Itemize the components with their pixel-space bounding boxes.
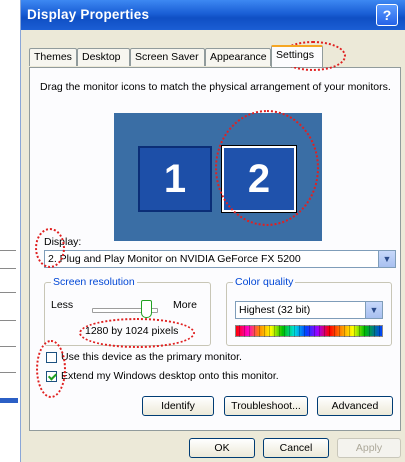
- monitor-1-icon[interactable]: 1: [138, 146, 212, 212]
- less-label: Less: [51, 299, 74, 311]
- display-properties-window: Display Properties ? Themes Desktop Scre…: [20, 0, 405, 462]
- tab-screen-saver[interactable]: Screen Saver: [130, 48, 205, 66]
- color-quality-group: Color quality Highest (32 bit) ▼: [226, 276, 392, 346]
- chevron-down-icon[interactable]: ▼: [378, 251, 395, 267]
- display-select-value: 2. Plug and Play Monitor on NVIDIA GeFor…: [48, 253, 301, 265]
- tab-themes[interactable]: Themes: [29, 48, 77, 66]
- apply-button[interactable]: Apply: [337, 438, 401, 458]
- identify-button[interactable]: Identify: [142, 396, 214, 416]
- monitor-arrangement-area: 1 2: [114, 113, 322, 241]
- primary-monitor-checkbox[interactable]: [46, 352, 57, 363]
- resolution-value: 1280 by 1024 pixels: [85, 325, 179, 337]
- monitor-2-icon[interactable]: 2: [222, 146, 296, 212]
- extend-desktop-checkbox[interactable]: [46, 371, 57, 382]
- background-window-fragment: [0, 0, 20, 462]
- screen-resolution-legend: Screen resolution: [51, 276, 137, 288]
- help-button[interactable]: ?: [376, 4, 398, 26]
- color-quality-select[interactable]: Highest (32 bit) ▼: [235, 301, 383, 319]
- display-select[interactable]: 2. Plug and Play Monitor on NVIDIA GeFor…: [44, 250, 396, 268]
- advanced-button[interactable]: Advanced: [317, 396, 393, 416]
- primary-monitor-label: Use this device as the primary monitor.: [61, 351, 242, 363]
- settings-panel: Drag the monitor icons to match the phys…: [29, 67, 401, 431]
- tab-appearance[interactable]: Appearance: [205, 48, 271, 66]
- chevron-down-icon[interactable]: ▼: [365, 302, 382, 318]
- tab-desktop[interactable]: Desktop: [77, 48, 130, 66]
- screen-resolution-group: Screen resolution Less More 1280 by 1024…: [44, 276, 211, 346]
- color-quality-value: Highest (32 bit): [239, 304, 311, 316]
- tab-settings[interactable]: Settings: [271, 45, 323, 67]
- title-bar[interactable]: Display Properties ?: [21, 0, 405, 30]
- ok-button[interactable]: OK: [189, 438, 255, 458]
- more-label: More: [173, 299, 197, 311]
- color-quality-legend: Color quality: [233, 276, 296, 288]
- window-title: Display Properties: [27, 7, 150, 22]
- resolution-slider-thumb[interactable]: [141, 300, 152, 318]
- troubleshoot-button[interactable]: Troubleshoot...: [224, 396, 308, 416]
- cancel-button[interactable]: Cancel: [263, 438, 329, 458]
- extend-desktop-label: Extend my Windows desktop onto this moni…: [61, 370, 279, 382]
- instruction-text: Drag the monitor icons to match the phys…: [40, 81, 391, 93]
- color-spectrum-stripes: [235, 325, 383, 337]
- display-label: Display:: [44, 236, 82, 248]
